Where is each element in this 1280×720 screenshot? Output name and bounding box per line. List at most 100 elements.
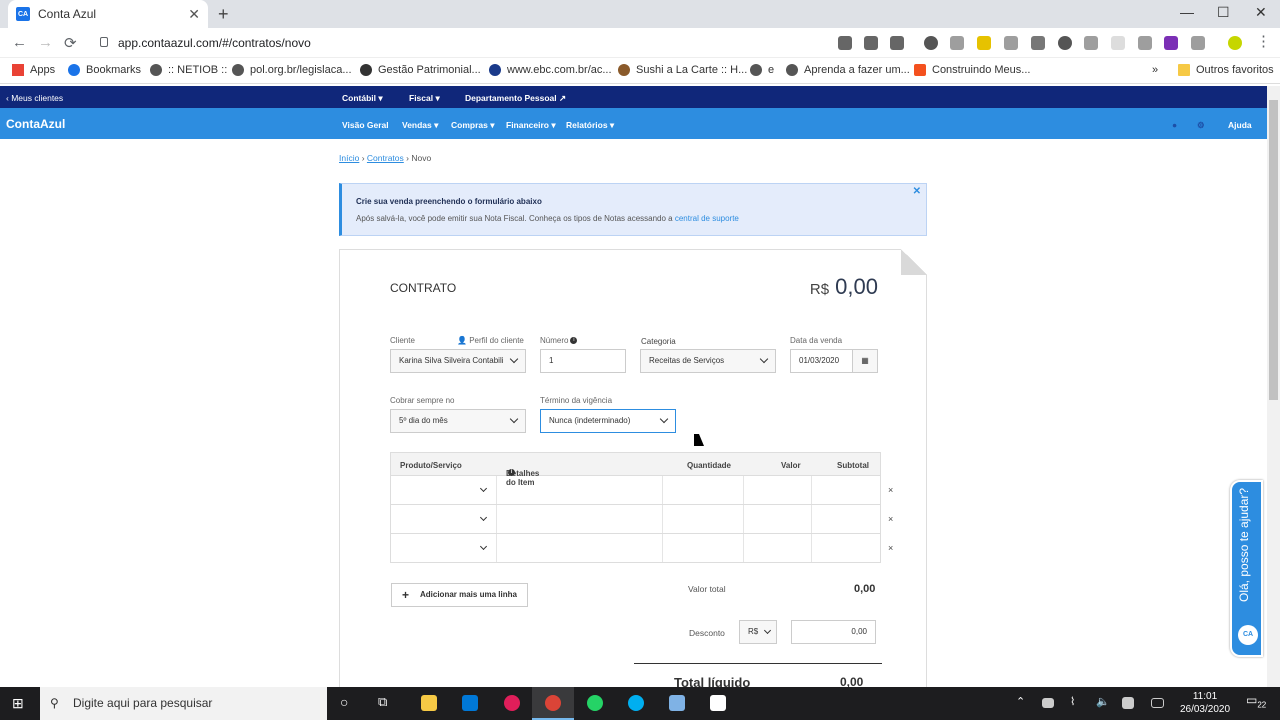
nav-compras[interactable]: Compras ▾	[451, 120, 494, 131]
windows-start-icon[interactable]: ⊞	[12, 695, 24, 712]
termino-select[interactable]: Nunca (indeterminado)	[540, 409, 676, 433]
clock[interactable]: 11:01 26/03/2020	[1178, 690, 1232, 716]
quantidade-input[interactable]	[662, 505, 743, 533]
browser-tab[interactable]: CA Conta Azul ✕	[8, 0, 208, 28]
add-line-button[interactable]: + Adicionar mais uma linha	[391, 583, 528, 607]
extension-icon[interactable]	[1031, 36, 1045, 50]
user-icon[interactable]: ●	[1172, 120, 1177, 130]
skype-icon[interactable]	[628, 695, 644, 711]
minimize-button[interactable]: —	[1180, 4, 1194, 20]
extension-icon[interactable]	[924, 36, 938, 50]
dropbox-tray-icon[interactable]	[1122, 697, 1134, 709]
data-venda-input[interactable]: 01/03/2020	[790, 349, 854, 373]
back-button[interactable]: ←	[12, 34, 27, 51]
bookmark-item[interactable]: Apps	[12, 64, 55, 76]
produto-select[interactable]	[391, 476, 496, 504]
remove-row-icon[interactable]: ×	[888, 543, 893, 553]
drive-icon[interactable]	[1191, 36, 1205, 50]
notifications-icon[interactable]: ▭22	[1246, 693, 1266, 709]
wifi-icon[interactable]: ⌇	[1070, 695, 1075, 708]
breadcrumb-contratos[interactable]: Contratos	[367, 153, 404, 163]
word-icon[interactable]	[462, 695, 478, 711]
bookmark-item[interactable]: Bookmarks	[68, 64, 141, 76]
valor-input[interactable]	[743, 476, 811, 504]
dropbox-icon[interactable]	[1138, 36, 1152, 50]
slack-icon[interactable]	[504, 695, 520, 711]
whatsapp-icon[interactable]	[587, 695, 603, 711]
nav-relatorios[interactable]: Relatórios ▾	[566, 120, 614, 131]
bookmark-item[interactable]: Aprenda a fazer um...	[786, 64, 910, 76]
perfil-cliente-link[interactable]: 👤 Perfil do cliente	[457, 336, 524, 345]
support-link[interactable]: central de suporte	[675, 214, 739, 223]
bookmark-item[interactable]: Sushi a La Carte :: H...	[618, 64, 747, 76]
keyboard-icon[interactable]	[1151, 698, 1164, 708]
detalhes-input[interactable]	[496, 534, 662, 562]
scrollbar[interactable]	[1267, 86, 1280, 687]
help-link[interactable]: Ajuda	[1228, 120, 1252, 130]
produto-select[interactable]	[391, 505, 496, 533]
bookmarks-more[interactable]: »	[1152, 64, 1158, 76]
valor-input[interactable]	[743, 534, 811, 562]
tray-up-icon[interactable]: ⌃	[1016, 695, 1025, 708]
extension-icon[interactable]	[977, 36, 991, 50]
detalhes-input[interactable]	[496, 476, 662, 504]
new-tab-button[interactable]: +	[218, 4, 229, 25]
quantidade-input[interactable]	[662, 476, 743, 504]
volume-icon[interactable]: 🔈	[1096, 695, 1110, 708]
calendar-icon[interactable]: ▦	[852, 349, 878, 373]
nav-departamento-pessoal[interactable]: Departamento Pessoal ↗	[465, 93, 566, 104]
nav-vendas[interactable]: Vendas ▾	[402, 120, 438, 131]
profile-avatar[interactable]	[1228, 36, 1242, 50]
app-icon[interactable]	[710, 695, 726, 711]
nav-contabil[interactable]: Contábil ▾	[342, 93, 383, 104]
tab-close-icon[interactable]: ✕	[188, 6, 200, 23]
key-icon[interactable]	[838, 36, 852, 50]
bookmark-item[interactable]: Construindo Meus...	[914, 64, 1030, 76]
extension-icon[interactable]	[1058, 36, 1072, 50]
gear-icon[interactable]: ⚙	[1197, 120, 1205, 131]
url-bar[interactable]: app.contaazul.com/#/contratos/novo	[90, 31, 920, 55]
valor-input[interactable]	[743, 505, 811, 533]
quantidade-input[interactable]	[662, 534, 743, 562]
extension-icon[interactable]	[950, 36, 964, 50]
alert-close-icon[interactable]: ✕	[913, 186, 921, 197]
scrollbar-thumb[interactable]	[1269, 100, 1278, 400]
logo[interactable]: ContaAzul	[6, 117, 65, 131]
cloud-icon[interactable]	[1004, 36, 1018, 50]
extension-icon[interactable]	[1111, 36, 1125, 50]
back-to-clients-link[interactable]: ‹ Meus clientes	[6, 93, 63, 103]
categoria-select[interactable]: Receitas de Serviços	[640, 349, 776, 373]
desconto-input[interactable]: 0,00	[791, 620, 876, 644]
close-window-button[interactable]: ✕	[1255, 4, 1267, 21]
nav-financeiro[interactable]: Financeiro ▾	[506, 120, 556, 131]
cobrar-select[interactable]: 5º dia do mês	[390, 409, 526, 433]
remove-row-icon[interactable]: ×	[888, 485, 893, 495]
nav-visao-geral[interactable]: Visão Geral	[342, 120, 389, 130]
detalhes-input[interactable]	[496, 505, 662, 533]
other-bookmarks[interactable]: Outros favoritos	[1178, 64, 1274, 76]
breadcrumb-home[interactable]: Início	[339, 153, 359, 163]
file-explorer-icon[interactable]	[421, 695, 437, 711]
app-icon[interactable]	[669, 695, 685, 711]
chat-widget[interactable]: Olá, posso te ajudar? CA	[1230, 480, 1263, 657]
forward-button[interactable]: →	[38, 34, 53, 51]
task-view-icon[interactable]: ⧉	[378, 694, 387, 710]
bookmark-item[interactable]: www.ebc.com.br/ac...	[489, 64, 612, 76]
extension-icon[interactable]	[1164, 36, 1178, 50]
chrome-taskbar-active[interactable]	[532, 687, 574, 720]
battery-icon[interactable]	[1042, 698, 1054, 708]
star-icon[interactable]	[890, 36, 904, 50]
desconto-currency-select[interactable]: R$	[739, 620, 777, 644]
numero-input[interactable]: 1	[540, 349, 626, 373]
remove-row-icon[interactable]: ×	[888, 514, 893, 524]
cortana-icon[interactable]: ○	[340, 694, 348, 710]
bookmark-item[interactable]: :: NETIOB ::	[150, 64, 227, 76]
zoom-icon[interactable]	[864, 36, 878, 50]
extension-icon[interactable]	[1084, 36, 1098, 50]
bookmark-item[interactable]: e	[750, 64, 774, 76]
produto-select[interactable]	[391, 534, 496, 562]
reload-button[interactable]: ⟳	[64, 34, 77, 52]
taskbar-search[interactable]: ⚲ Digite aqui para pesquisar	[40, 687, 327, 720]
menu-icon[interactable]: ⋮	[1256, 32, 1271, 50]
bookmark-item[interactable]: Gestão Patrimonial...	[360, 64, 481, 76]
